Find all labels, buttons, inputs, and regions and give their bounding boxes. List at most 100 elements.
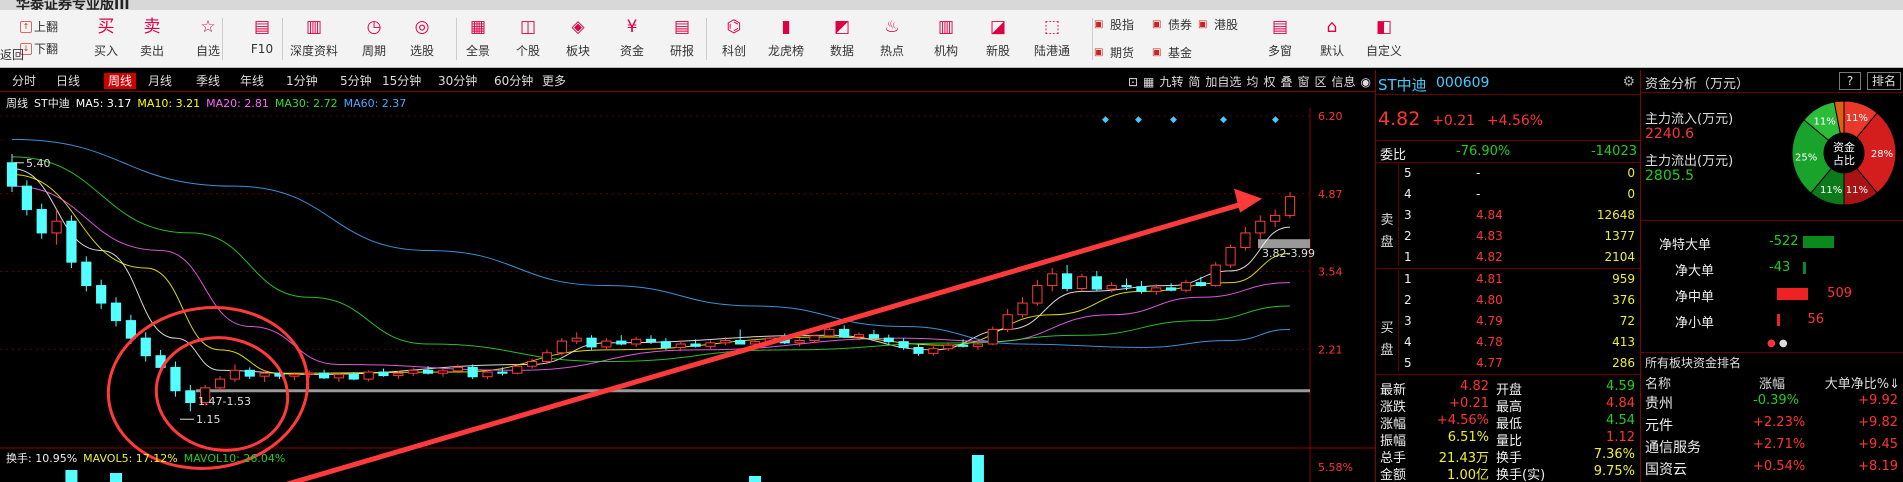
asks-level-3[interactable]: 3 4.84 12648 <box>1376 206 1641 226</box>
inst-button[interactable]: ▥ 机构 <box>920 14 972 66</box>
candle-body <box>631 338 642 345</box>
gear-icon[interactable]: ⚙ <box>1622 74 1635 90</box>
page-up-button[interactable]: ↑ 上翻 <box>0 16 60 38</box>
period-tab-9[interactable]: 30分钟 <box>438 73 477 89</box>
default-button[interactable]: ⌂ 默认 <box>1306 14 1358 66</box>
pick-button[interactable]: ◎ 选股 <box>396 14 448 66</box>
help-button[interactable]: ? <box>1839 72 1861 90</box>
period-tab-10[interactable]: 60分钟 <box>494 73 533 89</box>
bond-button[interactable]: ▣ 债券 <box>1152 16 1192 34</box>
chart-tool-8[interactable]: 窗 <box>1297 75 1309 89</box>
kline-chart[interactable]: 6.20 4.87 3.54 2.21 5.58% 5.40 1.15 1.47-1.53 3.… <box>0 108 1375 482</box>
hot-button[interactable]: ♨ 热点 <box>866 14 918 66</box>
data-button[interactable]: ◩ 数据 <box>816 14 868 66</box>
fund-button[interactable]: ¥ 资金 <box>606 14 658 66</box>
main-toolbar: ↑ 上翻 ↓ 下翻 返回 买买入卖卖出 ☆ 自选 ▤ F10 ▥ 深度资料 ◷ 周期 ◎ 选股 ▦ 全景 ◫ 个… <box>0 10 1903 68</box>
hk-button[interactable]: ⬚ 陆港通 <box>1026 14 1078 66</box>
stat-row: 涨幅 +4.56% 最低 4.54 <box>1376 412 1641 432</box>
net-row[interactable]: 净小单 56 <box>1641 310 1903 331</box>
dragon-button[interactable]: ▮ 龙虎榜 <box>760 14 812 66</box>
candle-body <box>1166 287 1177 291</box>
buy-label: 买入 <box>93 44 118 58</box>
period-tab-7[interactable]: 5分钟 <box>340 73 372 89</box>
rank-row[interactable]: 国资云 +0.54% +8.19 <box>1641 458 1903 480</box>
chart-tool-7[interactable]: 叠 <box>1280 75 1292 89</box>
bids-level-1[interactable]: 1 4.81 959 <box>1376 270 1641 290</box>
star-button[interactable]: ⌬ 科创 <box>708 14 760 66</box>
research-button[interactable]: ▤ 研报 <box>656 14 708 66</box>
futures-button[interactable]: ▣ 期货 <box>1094 44 1134 62</box>
back-button[interactable]: 返回 <box>0 46 24 63</box>
buy-button[interactable]: 买买入 <box>80 14 132 66</box>
chart-tool-5[interactable]: 均 <box>1246 75 1258 89</box>
bids-level-5[interactable]: 5 4.77 286 <box>1376 354 1641 374</box>
period-tab-4[interactable]: 季线 <box>196 73 220 89</box>
market-button[interactable]: ▦ 全景 <box>452 14 504 66</box>
level-volume: 286 <box>1612 356 1635 370</box>
rank-header-name[interactable]: 名称 <box>1645 373 1671 392</box>
period-tabs: 分时 日线 周线 月线 季线 年线 1分钟 5分钟 15分钟 30分钟 60分钟 更多 ⊡ ▦ 九转简加自… <box>0 70 1375 92</box>
rank-header-net[interactable]: 大单净比%⇓ <box>1825 373 1900 392</box>
ipo-button[interactable]: ◪ 新股 <box>972 14 1024 66</box>
candle-body <box>333 373 345 379</box>
custom-button[interactable]: ◧ 自定义 <box>1358 14 1410 66</box>
period-tab-11[interactable]: 更多 <box>542 73 566 89</box>
period-tab-0[interactable]: 分时 <box>12 73 36 89</box>
bids-level-4[interactable]: 4 4.78 413 <box>1376 333 1641 353</box>
multi-button[interactable]: ▤ 多窗 <box>1254 14 1306 66</box>
chart-tool-6[interactable]: 权 <box>1263 75 1275 89</box>
chart-tool-3[interactable]: 简 <box>1188 75 1200 89</box>
asks-level-4[interactable]: 4 - 0 <box>1376 185 1641 205</box>
rank-button[interactable]: 排名 <box>1867 72 1901 90</box>
net-bar <box>1777 288 1808 300</box>
period-tab-1[interactable]: 日线 <box>56 73 80 89</box>
chart-tool-1[interactable]: ▦ <box>1143 75 1154 89</box>
asks-level-1[interactable]: 1 4.82 2104 <box>1376 248 1641 268</box>
cycle-button[interactable]: ◷ 周期 <box>348 14 400 66</box>
data-label: 数据 <box>829 44 854 58</box>
pager-dots[interactable]: ● ● <box>1767 338 1788 349</box>
rank-header-chg[interactable]: 涨幅 <box>1759 373 1785 392</box>
sell-button[interactable]: 卖卖出 <box>126 14 178 66</box>
bids-level-3[interactable]: 3 4.79 72 <box>1376 312 1641 332</box>
chart-tool-9[interactable]: 区 <box>1314 75 1326 89</box>
fundm-button[interactable]: ▣ 基金 <box>1152 44 1192 62</box>
sector-button[interactable]: ◈ 板块 <box>552 14 604 66</box>
period-tab-2[interactable]: 周线 <box>104 73 137 89</box>
period-tab-8[interactable]: 15分钟 <box>382 73 421 89</box>
rank-row[interactable]: 通信服务 +2.71% +9.45 <box>1641 436 1903 458</box>
period-tab-5[interactable]: 年线 <box>240 73 264 89</box>
chart-tool-0[interactable]: ⊡ <box>1128 75 1138 89</box>
candle-body <box>541 352 553 363</box>
stock-button[interactable]: ◫ 个股 <box>502 14 554 66</box>
candle-body <box>378 371 389 377</box>
net-row[interactable]: 净中单 509 <box>1641 284 1903 305</box>
net-row[interactable]: 净特大单 -522 <box>1641 232 1903 253</box>
candle-body <box>1121 285 1132 288</box>
period-tab-3[interactable]: 月线 <box>148 73 172 89</box>
chart-tool-4[interactable]: 加自选 <box>1205 75 1241 89</box>
level: 5 <box>1404 356 1412 370</box>
futures-label: 期货 <box>1110 46 1135 60</box>
chart-tool-11[interactable]: ◉ <box>1361 75 1371 89</box>
stockidx-button[interactable]: ▣ 股指 <box>1094 16 1134 34</box>
chart-tool-10[interactable]: 信息 <box>1332 75 1356 89</box>
f10-button[interactable]: ▤ F10 <box>236 14 288 66</box>
period-tab-6[interactable]: 1分钟 <box>286 73 318 89</box>
dragon-label: 龙虎榜 <box>767 44 804 58</box>
bids-level-2[interactable]: 2 4.80 376 <box>1376 291 1641 311</box>
deep-button[interactable]: ▥ 深度资料 <box>288 14 340 66</box>
rank-change: -0.39% <box>1753 393 1799 408</box>
rank-row[interactable]: 贵州 -0.39% +9.92 <box>1641 392 1903 414</box>
asks-level-2[interactable]: 2 4.83 1377 <box>1376 227 1641 247</box>
asks-level-5[interactable]: 5 - 0 <box>1376 164 1641 184</box>
hkstock-button[interactable]: ▣ 港股 <box>1198 16 1238 34</box>
ipo-icon: ◪ <box>989 17 1007 37</box>
data-icon: ◩ <box>833 17 851 37</box>
rank-row[interactable]: 元件 +2.23% +9.82 <box>1641 414 1903 436</box>
net-row[interactable]: 净大单 -43 <box>1641 258 1903 279</box>
stock-name: ST中迪 <box>1378 76 1427 94</box>
chart-tool-2[interactable]: 九转 <box>1159 75 1183 89</box>
fund-label: 资金 <box>619 44 644 58</box>
watch-button[interactable]: ☆ 自选 <box>182 14 234 66</box>
